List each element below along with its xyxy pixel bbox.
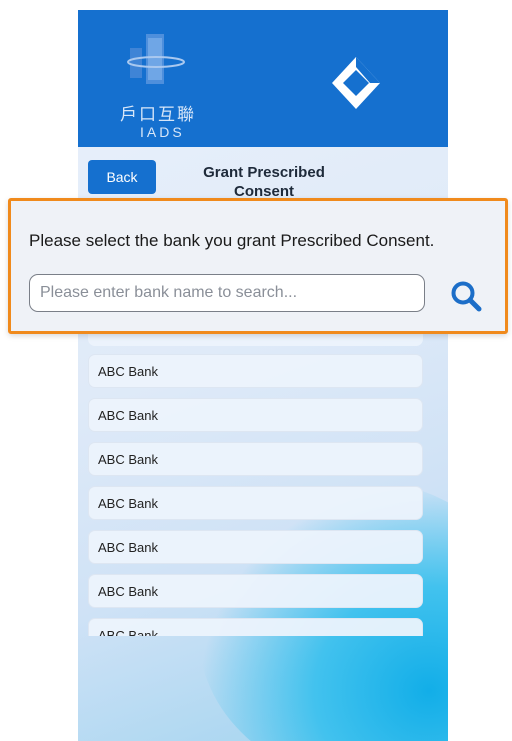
bank-list-item[interactable]: ABC Bank <box>88 574 423 608</box>
logo-chinese-text: 戶口互聯 <box>120 105 196 124</box>
bank-list-item[interactable]: ABC Bank <box>88 398 423 432</box>
iads-logo: 戶口互聯 IADS <box>108 30 208 140</box>
bank-list-item[interactable]: ABC Bank <box>88 530 423 564</box>
bank-list-item[interactable]: ABC Bank <box>88 354 423 388</box>
page-title: Grant Prescribed Consent <box>203 164 325 200</box>
search-icon[interactable] <box>449 279 483 313</box>
bank-logo-icon <box>326 53 386 118</box>
bank-list-item[interactable]: ABC Bank <box>88 618 423 636</box>
iads-logo-icon <box>127 34 185 84</box>
app-header: 戶口互聯 IADS <box>78 10 448 147</box>
instruction-text: Please select the bank you grant Prescri… <box>29 231 435 250</box>
logo-english-text: IADS <box>140 124 185 140</box>
bank-search-input[interactable] <box>29 274 425 312</box>
bank-list: ABC Bank ABC Bank ABC Bank ABC Bank ABC … <box>88 330 423 636</box>
bank-search-panel: Please select the bank you grant Prescri… <box>8 198 508 334</box>
back-button[interactable]: Back <box>88 160 156 194</box>
bank-list-item[interactable]: ABC Bank <box>88 486 423 520</box>
bank-list-item[interactable]: ABC Bank <box>88 442 423 476</box>
